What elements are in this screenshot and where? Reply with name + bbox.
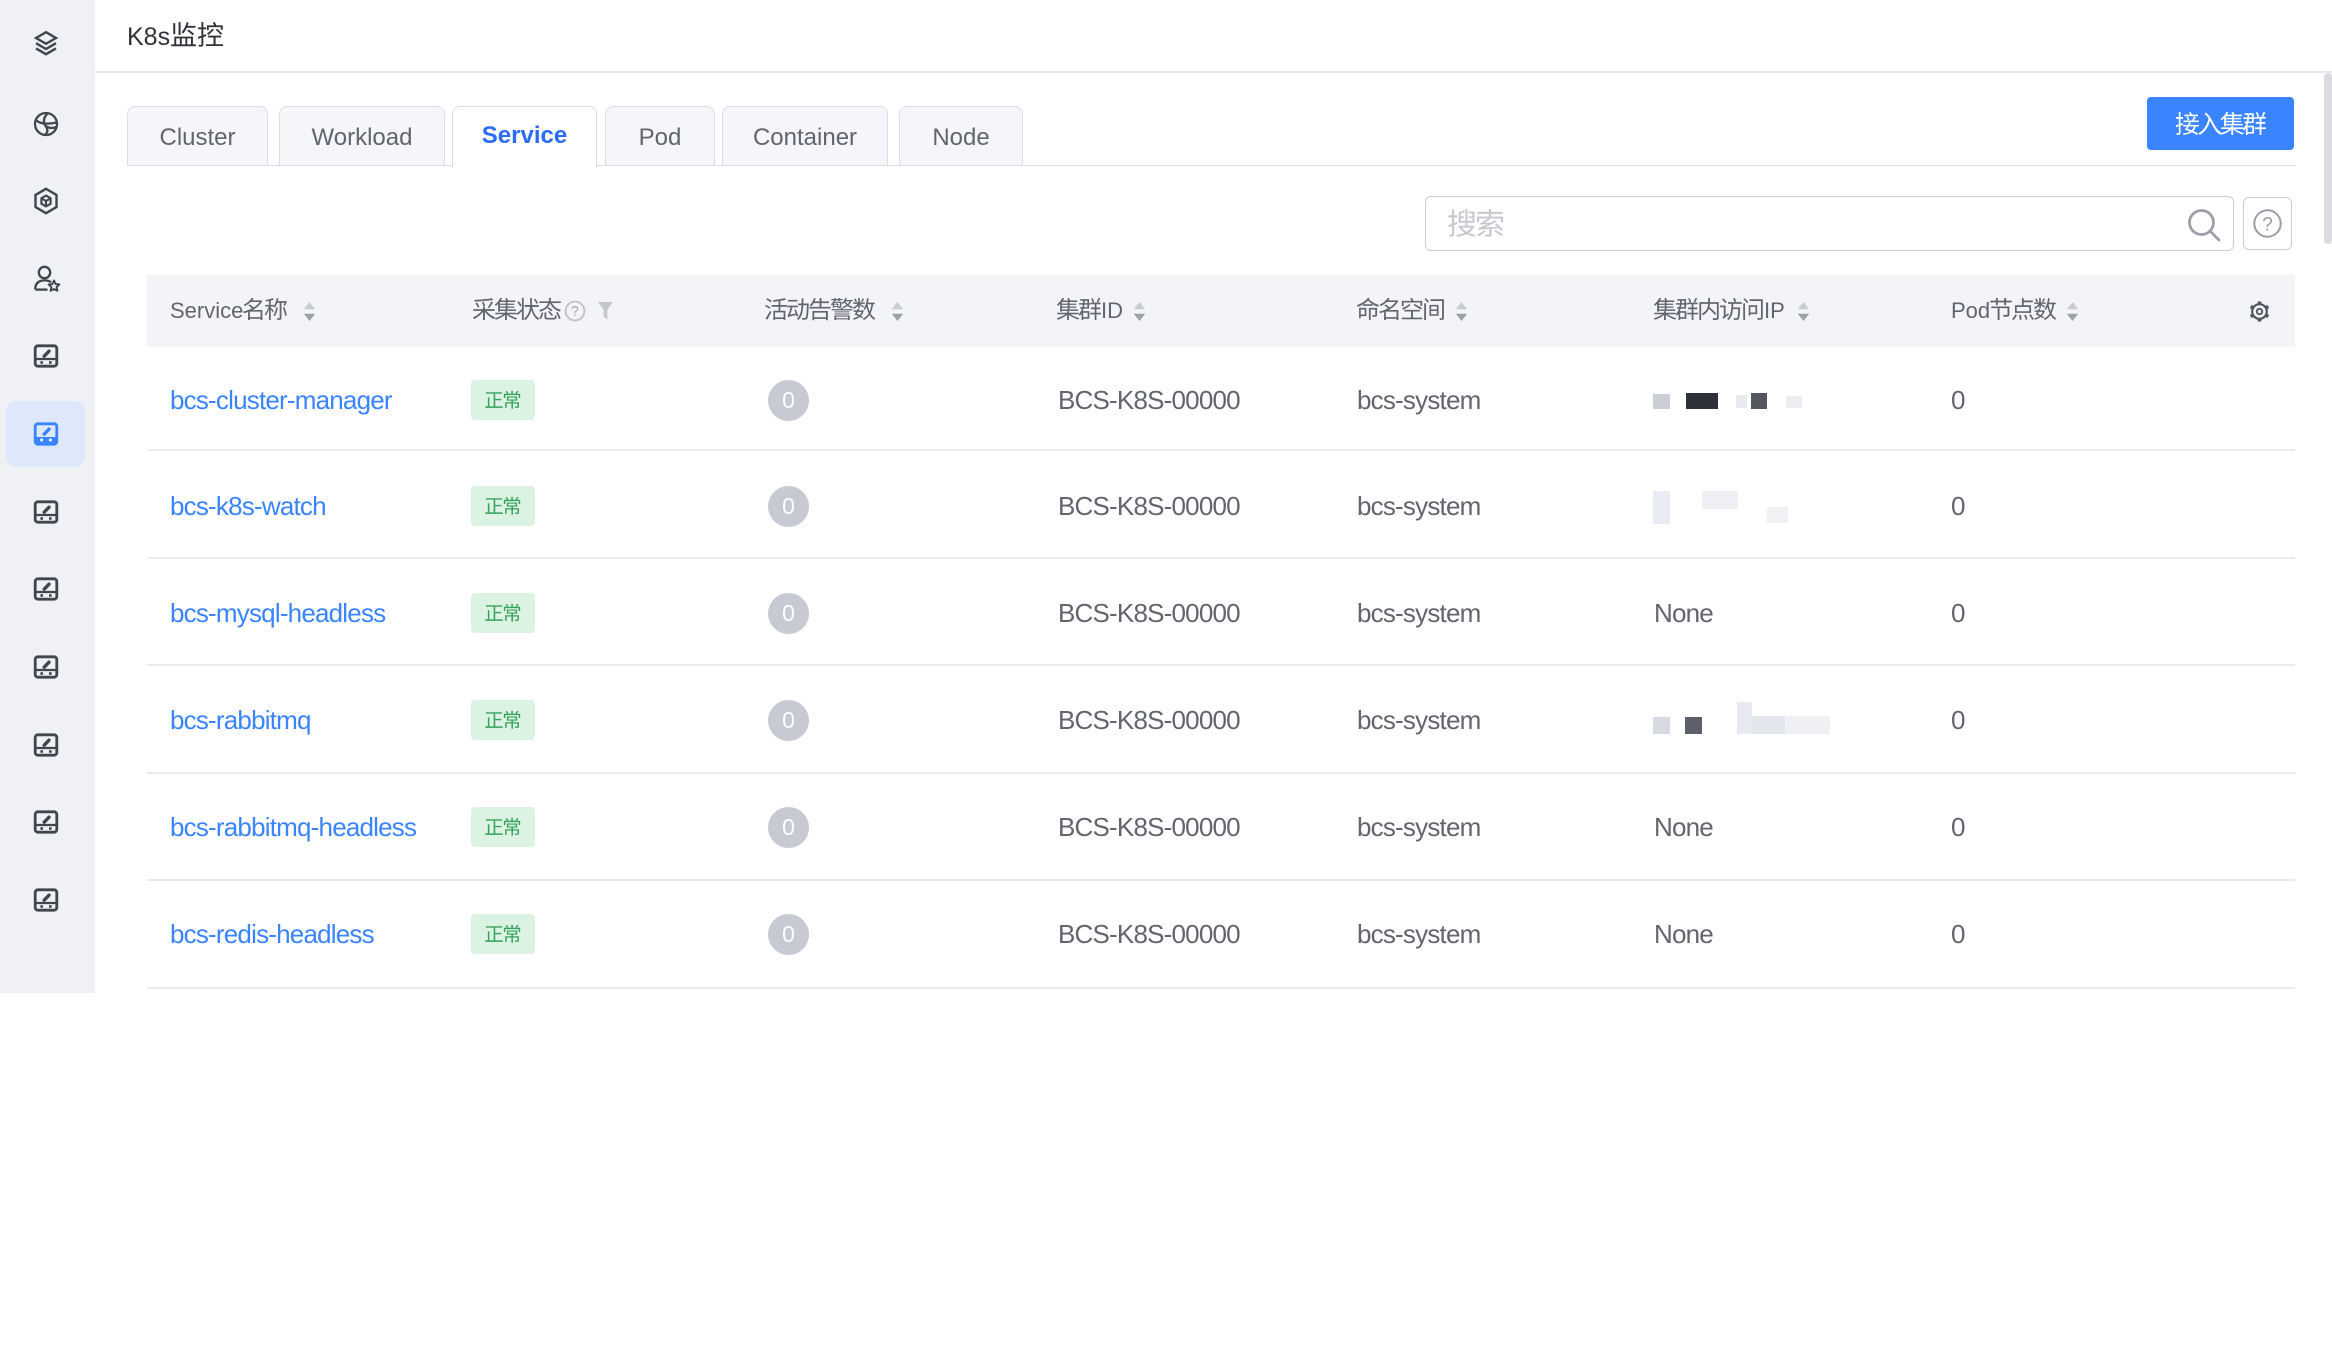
svg-text:?: ? [571,304,579,319]
svg-text:?: ? [2262,215,2273,236]
